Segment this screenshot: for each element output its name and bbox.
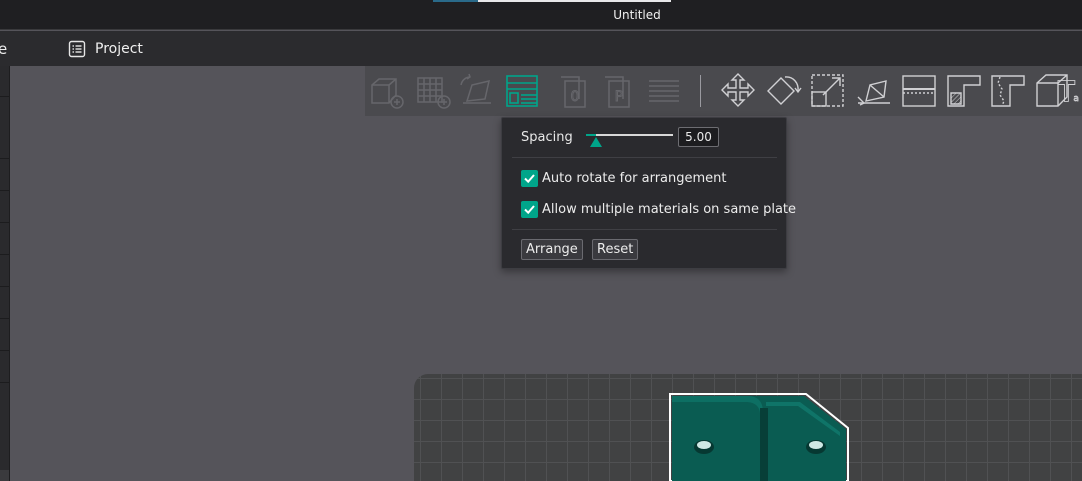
checkmark-icon xyxy=(524,173,535,183)
strip-divider xyxy=(0,190,9,191)
toolbar-separator xyxy=(700,75,701,107)
menu-bar xyxy=(0,31,1082,66)
project-tab[interactable]: Project xyxy=(68,38,143,60)
auto-rotate-label: Auto rotate for arrangement xyxy=(542,170,727,186)
auto-orient-icon[interactable] xyxy=(457,70,497,112)
project-list-icon xyxy=(68,40,86,58)
spacing-slider-track[interactable] xyxy=(586,134,673,136)
seam-paint-icon[interactable] xyxy=(988,70,1028,112)
checkmark-icon xyxy=(524,204,535,214)
panel-resize-grip[interactable] xyxy=(0,470,9,481)
arrange-icon[interactable] xyxy=(502,70,542,112)
grid-add-icon[interactable] xyxy=(413,70,453,112)
strip-divider xyxy=(0,158,9,159)
project-tab-label: Project xyxy=(95,41,143,57)
move-icon[interactable] xyxy=(718,70,758,112)
strip-divider xyxy=(0,286,9,287)
spacing-slider-fill xyxy=(586,134,596,136)
menu-item-cut-off[interactable]: e xyxy=(0,40,7,58)
svg-text:0: 0 xyxy=(571,89,580,105)
strip-divider xyxy=(0,222,9,223)
paint-support-icon[interactable] xyxy=(944,70,984,112)
title-bar-accent-dark xyxy=(433,0,478,2)
auto-rotate-option[interactable]: Auto rotate for arrangement xyxy=(521,169,727,187)
strip-divider xyxy=(0,96,9,97)
multi-material-checkbox[interactable] xyxy=(521,200,538,218)
strip-divider xyxy=(0,382,9,383)
popup-divider xyxy=(512,157,777,158)
svg-text:P: P xyxy=(615,89,623,105)
spacing-label: Spacing xyxy=(521,130,573,145)
multi-material-option[interactable]: Allow multiple materials on same plate xyxy=(521,200,796,218)
title-bar: Untitled xyxy=(0,0,1082,30)
popup-divider xyxy=(512,229,777,230)
spacing-slider-thumb[interactable] xyxy=(590,137,602,147)
spacing-input[interactable] xyxy=(678,127,719,147)
text-icon[interactable]: a xyxy=(1057,70,1082,112)
model-object[interactable] xyxy=(668,392,850,481)
cut-icon[interactable] xyxy=(899,70,939,112)
auto-rotate-checkbox[interactable] xyxy=(521,169,538,187)
arrange-settings-popup: Spacing Auto rotate for arrangement Allo… xyxy=(501,117,796,269)
multi-material-label: Allow multiple materials on same plate xyxy=(542,201,797,217)
left-panel-strip xyxy=(0,66,10,481)
reset-button[interactable]: Reset xyxy=(592,239,639,260)
arrange-button[interactable]: Arrange xyxy=(521,239,583,260)
window-title: Untitled xyxy=(613,8,661,22)
strip-divider xyxy=(0,350,9,351)
toolbar: 0 P a xyxy=(365,66,1082,116)
strip-divider xyxy=(0,254,9,255)
rotate-icon[interactable] xyxy=(763,70,803,112)
scale-icon[interactable] xyxy=(807,70,847,112)
lay-on-face-icon[interactable] xyxy=(854,70,894,112)
layers-icon[interactable] xyxy=(644,70,684,112)
add-cube-icon[interactable] xyxy=(367,70,407,112)
plate-p-icon[interactable]: P xyxy=(599,70,639,112)
strip-divider xyxy=(0,318,9,319)
svg-text:a: a xyxy=(1073,94,1079,104)
plate-zero-icon[interactable]: 0 xyxy=(555,70,595,112)
